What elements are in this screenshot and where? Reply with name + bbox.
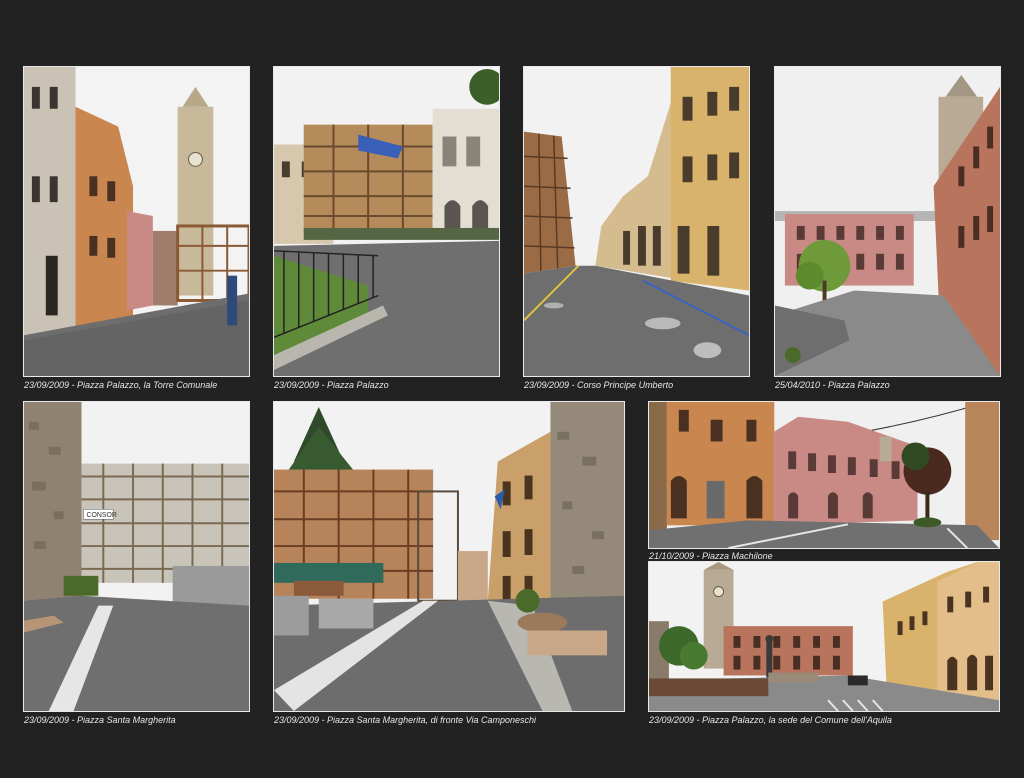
caption-photo-1: 23/09/2009 - Piazza Palazzo, la Torre Co… bbox=[24, 380, 218, 390]
photo-via-camponeschi bbox=[273, 401, 625, 712]
photo-sede-comune-image bbox=[649, 562, 999, 711]
caption-photo-2: 23/09/2009 - Piazza Palazzo bbox=[274, 380, 389, 390]
photo-sede-comune bbox=[648, 561, 1000, 712]
photo-corso-principe-umberto bbox=[523, 66, 750, 377]
photo-piazza-palazzo bbox=[273, 66, 500, 377]
photo-corso-principe-umberto-image bbox=[524, 67, 749, 376]
photo-torre-comunale-image bbox=[24, 67, 249, 376]
photo-torre-comunale bbox=[23, 66, 250, 377]
caption-photo-3: 23/09/2009 - Corso Principe Umberto bbox=[524, 380, 674, 390]
caption-photo-4: 25/04/2010 - Piazza Palazzo bbox=[775, 380, 890, 390]
scaffold-banner-text: CONSOR bbox=[86, 512, 116, 519]
photo-piazza-machilone-image bbox=[649, 402, 999, 548]
caption-photo-7: 21/10/2009 - Piazza Machilone bbox=[649, 551, 773, 561]
caption-photo-6: 23/09/2009 - Piazza Santa Margherita, di… bbox=[274, 715, 536, 725]
photo-via-camponeschi-image bbox=[274, 402, 624, 711]
photo-piazza-santa-margherita: CONSOR bbox=[23, 401, 250, 712]
photo-piazza-santa-margherita-image: CONSOR bbox=[24, 402, 249, 711]
photo-piazza-palazzo-image bbox=[274, 67, 499, 376]
photo-piazza-machilone bbox=[648, 401, 1000, 549]
caption-photo-8: 23/09/2009 - Piazza Palazzo, la sede del… bbox=[649, 715, 892, 725]
caption-photo-5: 23/09/2009 - Piazza Santa Margherita bbox=[24, 715, 176, 725]
photo-piazza-palazzo-2010-image bbox=[775, 67, 1000, 376]
photo-piazza-palazzo-2010 bbox=[774, 66, 1001, 377]
